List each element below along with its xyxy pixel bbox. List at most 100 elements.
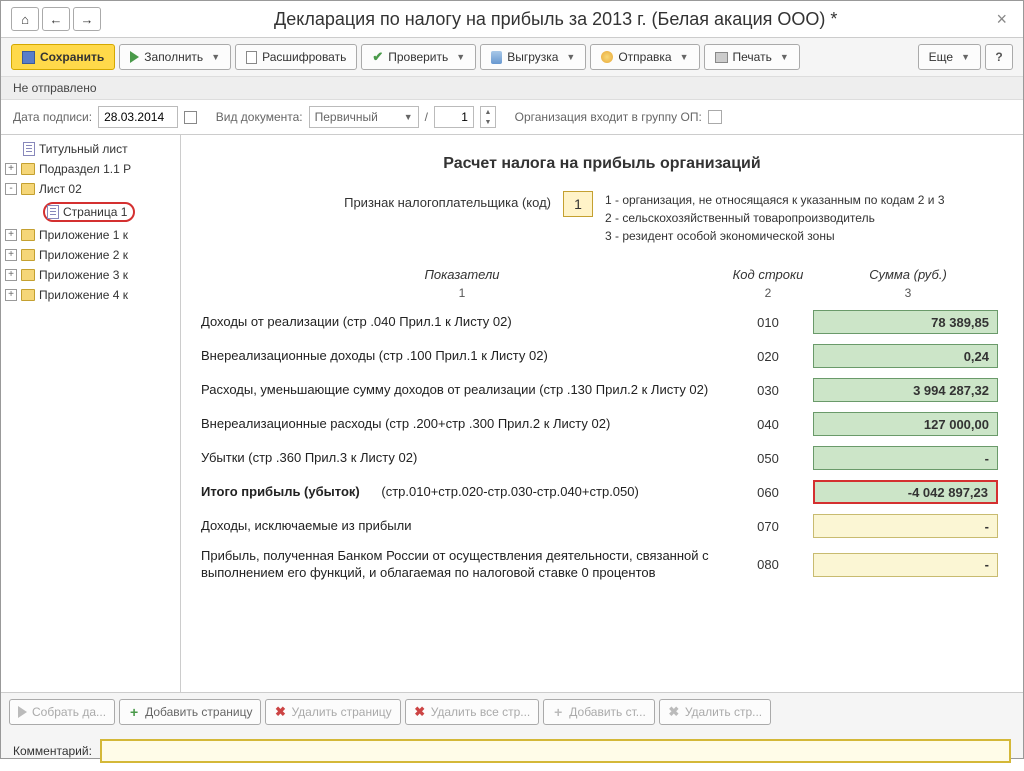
- doc-type-select[interactable]: Первичный ▼: [309, 106, 419, 128]
- data-row: Внереализационные доходы (стр .100 Прил.…: [201, 344, 1003, 368]
- value-input[interactable]: -: [813, 446, 998, 470]
- folder-icon: [21, 289, 35, 301]
- row-description: Убытки (стр .360 Прил.3 к Листу 02): [201, 450, 723, 467]
- row-description: Итого прибыль (убыток) (стр.010+стр.020-…: [201, 484, 723, 501]
- data-row: Убытки (стр .360 Прил.3 к Листу 02)050-: [201, 446, 1003, 470]
- dropdown-icon: ▼: [566, 52, 575, 62]
- row-description: Доходы от реализации (стр .040 Прил.1 к …: [201, 314, 723, 331]
- taxpayer-code-input[interactable]: 1: [563, 191, 593, 217]
- folder-icon: [21, 249, 35, 261]
- back-button[interactable]: ←: [42, 7, 70, 31]
- calendar-icon[interactable]: [184, 111, 197, 124]
- tree-item[interactable]: + Подраздел 1.1 Р: [1, 159, 180, 179]
- row-code: 080: [723, 557, 813, 572]
- play-icon: [130, 51, 139, 63]
- nav-tree: Титульный лист + Подраздел 1.1 Р - Лист 02 Ст…: [1, 135, 181, 692]
- tree-item-label: Страница 1: [63, 205, 127, 219]
- value-input[interactable]: 78 389,85: [813, 310, 998, 334]
- decode-button[interactable]: Расшифровать: [235, 44, 357, 70]
- disk-icon: [22, 51, 35, 64]
- print-icon: [715, 52, 728, 63]
- tree-item[interactable]: Титульный лист: [1, 139, 180, 159]
- tree-item[interactable]: +Приложение 2 к: [1, 245, 180, 265]
- tree-item[interactable]: + Приложение 1 к: [1, 225, 180, 245]
- form-content: Расчет налога на прибыль организаций При…: [181, 135, 1023, 692]
- org-checkbox[interactable]: [708, 110, 722, 124]
- taxpayer-legend: 1 - организация, не относящаяся к указан…: [605, 191, 945, 245]
- home-button[interactable]: ⌂: [11, 7, 39, 31]
- close-button[interactable]: ×: [990, 9, 1013, 30]
- folder-icon: [21, 183, 35, 195]
- data-row: Прибыль, полученная Банком России от осу…: [201, 548, 1003, 582]
- delete-icon: ✖: [668, 706, 680, 718]
- data-row: Доходы, исключаемые из прибыли070-: [201, 514, 1003, 538]
- row-code: 020: [723, 349, 813, 364]
- dropdown-icon: ▼: [961, 52, 970, 62]
- help-button[interactable]: ?: [985, 44, 1013, 70]
- export-icon: [491, 51, 502, 64]
- doc-type-label: Вид документа:: [216, 110, 303, 124]
- add-str-button[interactable]: + Добавить ст...: [543, 699, 655, 725]
- row-description: Расходы, уменьшающие сумму доходов от ре…: [201, 382, 723, 399]
- plus-icon: +: [128, 706, 140, 718]
- folder-icon: [21, 229, 35, 241]
- collect-button[interactable]: Собрать да...: [9, 699, 115, 725]
- comment-input[interactable]: [100, 739, 1011, 763]
- send-button[interactable]: Отправка ▼: [590, 44, 699, 70]
- taxpayer-label: Признак налогоплательщика (код): [201, 191, 551, 210]
- value-input[interactable]: -: [813, 553, 998, 577]
- del-str-button[interactable]: ✖ Удалить стр...: [659, 699, 771, 725]
- value-input[interactable]: 3 994 287,32: [813, 378, 998, 402]
- del-all-button[interactable]: ✖ Удалить все стр...: [405, 699, 540, 725]
- row-code: 040: [723, 417, 813, 432]
- expand-icon[interactable]: +: [5, 249, 17, 261]
- data-row: Расходы, уменьшающие сумму доходов от ре…: [201, 378, 1003, 402]
- save-button[interactable]: Сохранить: [11, 44, 115, 70]
- row-code: 050: [723, 451, 813, 466]
- delete-icon: ✖: [274, 706, 286, 718]
- add-page-button[interactable]: + Добавить страницу: [119, 699, 261, 725]
- export-button[interactable]: Выгрузка ▼: [480, 44, 586, 70]
- value-input[interactable]: -: [813, 514, 998, 538]
- data-row: Внереализационные расходы (стр .200+стр …: [201, 412, 1003, 436]
- row-description: Внереализационные доходы (стр .100 Прил.…: [201, 348, 723, 365]
- org-label: Организация входит в группу ОП:: [515, 110, 702, 124]
- tree-item[interactable]: - Лист 02: [1, 179, 180, 199]
- tree-item-label: Лист 02: [39, 182, 82, 196]
- tree-item-label: Приложение 3 к: [39, 268, 128, 282]
- dropdown-icon: ▼: [680, 52, 689, 62]
- folder-icon: [21, 163, 35, 175]
- doc-icon: [246, 51, 257, 64]
- tree-item-label: Подраздел 1.1 Р: [39, 162, 131, 176]
- dropdown-icon: ▼: [211, 52, 220, 62]
- num-input[interactable]: [434, 106, 474, 128]
- window-title: Декларация по налогу на прибыль за 2013 …: [121, 9, 990, 30]
- page-icon: [47, 205, 59, 219]
- row-code: 060: [723, 485, 813, 500]
- folder-icon: [21, 269, 35, 281]
- more-button[interactable]: Еще ▼: [918, 44, 981, 70]
- value-input[interactable]: 127 000,00: [813, 412, 998, 436]
- delete-icon: ✖: [414, 706, 426, 718]
- forward-button[interactable]: →: [73, 7, 101, 31]
- tree-item[interactable]: + Приложение 3 к: [1, 265, 180, 285]
- send-icon: [601, 51, 613, 63]
- col-header-1: Показатели: [201, 267, 723, 282]
- check-button[interactable]: ✔ Проверить ▼: [361, 44, 476, 70]
- expand-icon[interactable]: -: [5, 183, 17, 195]
- date-input[interactable]: [98, 106, 178, 128]
- value-input[interactable]: -4 042 897,23: [813, 480, 998, 504]
- expand-icon[interactable]: +: [5, 229, 17, 241]
- fill-button[interactable]: Заполнить ▼: [119, 44, 231, 70]
- dropdown-icon: ▼: [456, 52, 465, 62]
- expand-icon[interactable]: +: [5, 163, 17, 175]
- value-input[interactable]: 0,24: [813, 344, 998, 368]
- del-page-button[interactable]: ✖ Удалить страницу: [265, 699, 400, 725]
- tree-item[interactable]: Страница 1: [1, 199, 180, 225]
- expand-icon[interactable]: +: [5, 289, 17, 301]
- expand-icon[interactable]: +: [5, 269, 17, 281]
- tree-item[interactable]: +Приложение 4 к: [1, 285, 180, 305]
- num-spinner[interactable]: ▲▼: [480, 106, 496, 128]
- print-button[interactable]: Печать ▼: [704, 44, 800, 70]
- tree-item-label: Приложение 1 к: [39, 228, 128, 242]
